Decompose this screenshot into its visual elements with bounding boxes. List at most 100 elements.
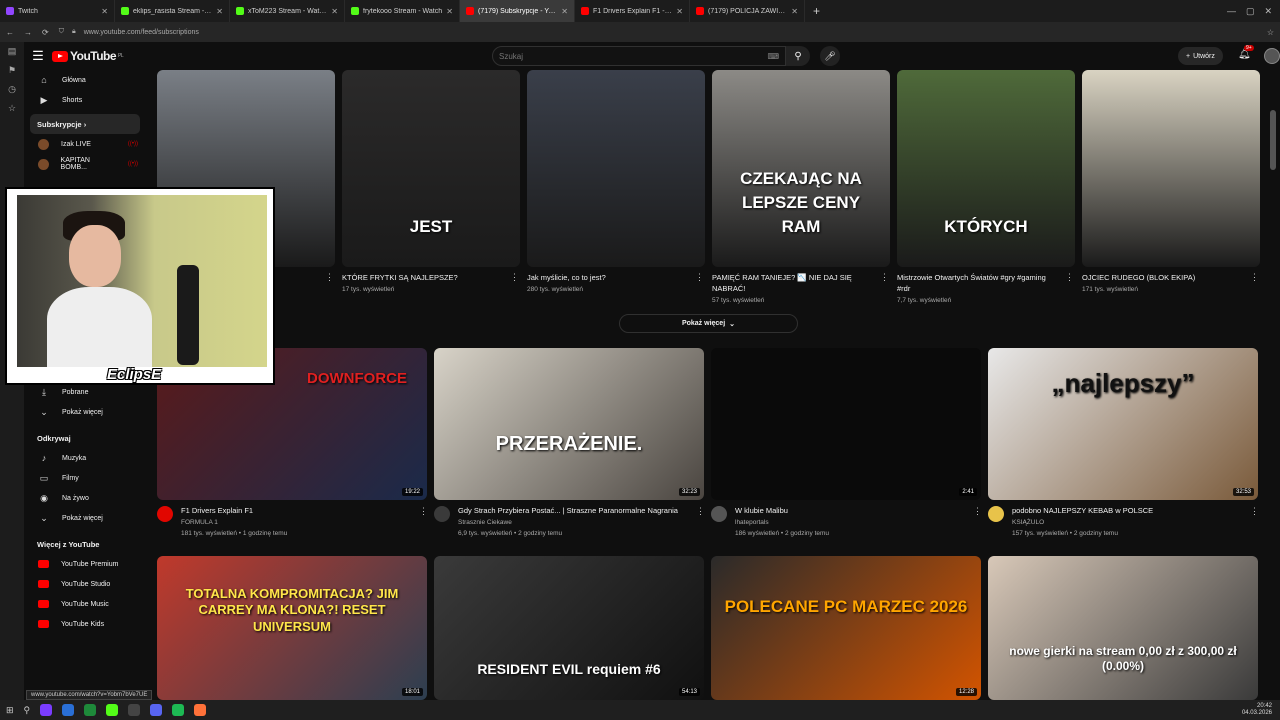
minimize-icon[interactable]: — — [1227, 6, 1236, 17]
video-card[interactable]: TOTALNA KOMPROMITACJA? JIM CARREY MA KLO… — [157, 556, 427, 700]
short-card[interactable]: Jak myślicie, co to jest? 280 tys. wyświe… — [527, 70, 705, 310]
url-text[interactable]: www.youtube.com/feed/subscriptions — [84, 29, 199, 36]
channel-avatar[interactable] — [157, 506, 173, 522]
short-card[interactable]: JEST KTÓRE FRYTKI SĄ NAJLEPSZE? 17 tys. wy… — [342, 70, 520, 310]
reload-icon[interactable]: ⟳ — [42, 28, 49, 37]
more-options-icon[interactable]: ⋮ — [419, 506, 428, 517]
search-box[interactable]: ⌨ — [492, 46, 786, 66]
video-title[interactable]: Gdy Strach Przybiera Postać... | Straszn… — [458, 505, 688, 516]
sidebar-item[interactable]: YouTube Studio — [26, 574, 144, 594]
sidebar-item[interactable]: ▭ Filmy — [26, 468, 144, 488]
short-title[interactable]: Jak myślicie, co to jest? — [527, 272, 691, 283]
tabs-icon[interactable]: ▤ — [8, 46, 17, 57]
more-options-icon[interactable]: ⋮ — [1065, 272, 1074, 283]
video-card[interactable]: „najlepszy” 32:53 podobno NAJLEPSZY KEBAB … — [988, 348, 1259, 543]
sidebar-item[interactable]: ⤓ Pobrane — [26, 382, 144, 402]
short-card[interactable]: CZEKAJĄC NA LEPSZE CENY RAM PAMIĘĆ RAM TA… — [712, 70, 890, 310]
browser-tab[interactable]: eklips_rasista Stream - Kick Da✕ — [115, 0, 230, 22]
subscriptions-header[interactable]: Subskrypcje › — [30, 114, 140, 134]
sidebar-item[interactable]: YouTube Kids — [26, 614, 144, 634]
more-options-icon[interactable]: ⋮ — [1250, 272, 1259, 283]
close-icon[interactable]: ✕ — [676, 7, 683, 16]
spotify-icon[interactable] — [172, 704, 185, 716]
star-icon[interactable]: ☆ — [1267, 28, 1274, 37]
maximize-icon[interactable]: ▢ — [1246, 6, 1255, 17]
close-icon[interactable]: ✕ — [791, 7, 798, 16]
new-tab-button[interactable]: + — [805, 4, 828, 18]
short-thumbnail[interactable] — [527, 70, 705, 267]
video-thumbnail[interactable]: 2:41 — [711, 348, 981, 500]
forward-icon[interactable]: → — [24, 28, 32, 37]
video-thumbnail[interactable]: nowe gierki na stream 0,00 zł z 300,00 z… — [988, 556, 1258, 700]
search-button[interactable]: ⚲ — [786, 46, 810, 66]
create-button[interactable]: + Utwórz — [1178, 47, 1223, 65]
sidebar-item[interactable]: ♪ Muzyka — [26, 448, 144, 468]
channel-name[interactable]: lhateportals — [735, 518, 769, 528]
video-card[interactable]: PRZERAŻENIE. 32:23 Gdy Strach Przybiera Po… — [434, 348, 705, 543]
video-thumbnail[interactable]: POLECANE PC MARZEC 2026 12:28 — [711, 556, 981, 700]
channel-avatar[interactable] — [434, 506, 450, 522]
avatar[interactable] — [1264, 48, 1280, 64]
more-options-icon[interactable]: ⋮ — [325, 272, 334, 283]
short-title[interactable]: Mistrzowie Otwartych Światów #gry #gamin… — [897, 272, 1061, 294]
browser-tab[interactable]: (7179) Subskrypcje - YouTube ✕ — [460, 0, 575, 22]
app-icon[interactable] — [62, 704, 75, 716]
video-thumbnail[interactable]: TOTALNA KOMPROMITACJA? JIM CARREY MA KLO… — [157, 556, 427, 700]
short-title[interactable]: OJCIEC RUDEGO (BLOK EKIPA) — [1082, 272, 1246, 283]
show-more-button[interactable]: Pokaż więcej ⌄ — [619, 314, 798, 333]
short-thumbnail[interactable] — [1082, 70, 1260, 267]
page-scrollbar[interactable] — [1270, 110, 1276, 170]
back-icon[interactable]: ← — [6, 28, 14, 37]
youtube-logo[interactable]: YouTube PL — [52, 49, 124, 63]
close-icon[interactable]: ✕ — [1264, 6, 1272, 17]
favorites-icon[interactable]: ☆ — [8, 103, 16, 114]
sidebar-item[interactable]: ◉ Na żywo — [26, 488, 144, 508]
short-card[interactable]: OJCIEC RUDEGO (BLOK EKIPA) 171 tys. wyświ… — [1082, 70, 1260, 310]
short-thumbnail[interactable]: KTÓRYCH — [897, 70, 1075, 267]
hamburger-menu-icon[interactable]: ☰ — [24, 48, 52, 64]
history-icon[interactable]: ◷ — [8, 84, 16, 95]
short-card[interactable]: KTÓRYCH Mistrzowie Otwartych Światów #gry… — [897, 70, 1075, 310]
more-options-icon[interactable]: ⋮ — [696, 506, 705, 517]
browser-tab[interactable]: frytekooo Stream - Watch ✕ — [345, 0, 460, 22]
sidebar-item[interactable]: Izak LIVE ((•)) — [26, 134, 144, 154]
browser-tab[interactable]: xToM223 Stream - Watch L ✕ — [230, 0, 345, 22]
video-card[interactable]: 2:41 W klubie Malibu lhateportals 186 wyświ… — [711, 348, 982, 543]
video-thumbnail[interactable]: „najlepszy” 32:53 — [988, 348, 1258, 500]
more-options-icon[interactable]: ⋮ — [695, 272, 704, 283]
keyboard-icon[interactable]: ⌨ — [767, 52, 779, 61]
close-icon[interactable]: ✕ — [101, 7, 108, 16]
short-thumbnail[interactable]: CZEKAJĄC NA LEPSZE CENY RAM — [712, 70, 890, 267]
more-options-icon[interactable]: ⋮ — [1250, 506, 1259, 517]
short-title[interactable]: KTÓRE FRYTKI SĄ NAJLEPSZE? — [342, 272, 506, 283]
bookmarks-icon[interactable]: ⚑ — [8, 65, 16, 76]
video-card[interactable]: POLECANE PC MARZEC 2026 12:28 — [711, 556, 981, 700]
channel-name[interactable]: FORMULA 1 — [181, 518, 218, 528]
video-title[interactable]: podobno NAJLEPSZY KEBAB w POLSCE — [1012, 505, 1242, 516]
close-icon[interactable]: ✕ — [216, 7, 223, 16]
app-icon[interactable] — [40, 704, 53, 716]
app-icon[interactable] — [106, 704, 119, 716]
close-icon[interactable]: ✕ — [331, 7, 338, 16]
sidebar-item[interactable]: KAPITAN BOMB... ((•)) — [26, 154, 144, 174]
browser-tab[interactable]: (7179) POLICJA ZAWIJA M ✕ — [690, 0, 805, 22]
video-thumbnail[interactable]: RESIDENT EVIL requiem #6 54:13 — [434, 556, 704, 700]
channel-name[interactable]: Strasznie Ciekawe — [458, 518, 512, 528]
sidebar-item[interactable]: YouTube Premium — [26, 554, 144, 574]
more-options-icon[interactable]: ⋮ — [973, 506, 982, 517]
video-title[interactable]: W klubie Malibu — [735, 505, 965, 516]
channel-avatar[interactable] — [988, 506, 1004, 522]
video-title[interactable]: F1 Drivers Explain F1 — [181, 505, 411, 516]
app-icon[interactable] — [84, 704, 97, 716]
video-thumbnail[interactable]: PRZERAŻENIE. 32:23 — [434, 348, 704, 500]
more-options-icon[interactable]: ⋮ — [880, 272, 889, 283]
sidebar-item[interactable]: YouTube Music — [26, 594, 144, 614]
url-field[interactable]: ⛉ 🔒︎ www.youtube.com/feed/subscriptions — [59, 28, 1257, 36]
clock[interactable]: 20:42 04.03.2026 — [1242, 703, 1272, 717]
short-title[interactable]: PAMIĘĆ RAM TANIEJE? 📉 NIE DAJ SIĘ NABRAĆ… — [712, 272, 876, 294]
more-options-icon[interactable]: ⋮ — [510, 272, 519, 283]
video-card[interactable]: RESIDENT EVIL requiem #6 54:13 — [434, 556, 704, 700]
search-taskbar-icon[interactable]: ⚲ — [24, 705, 31, 716]
voice-search-button[interactable]: 🎤︎ — [820, 46, 840, 66]
discord-icon[interactable] — [150, 704, 163, 716]
